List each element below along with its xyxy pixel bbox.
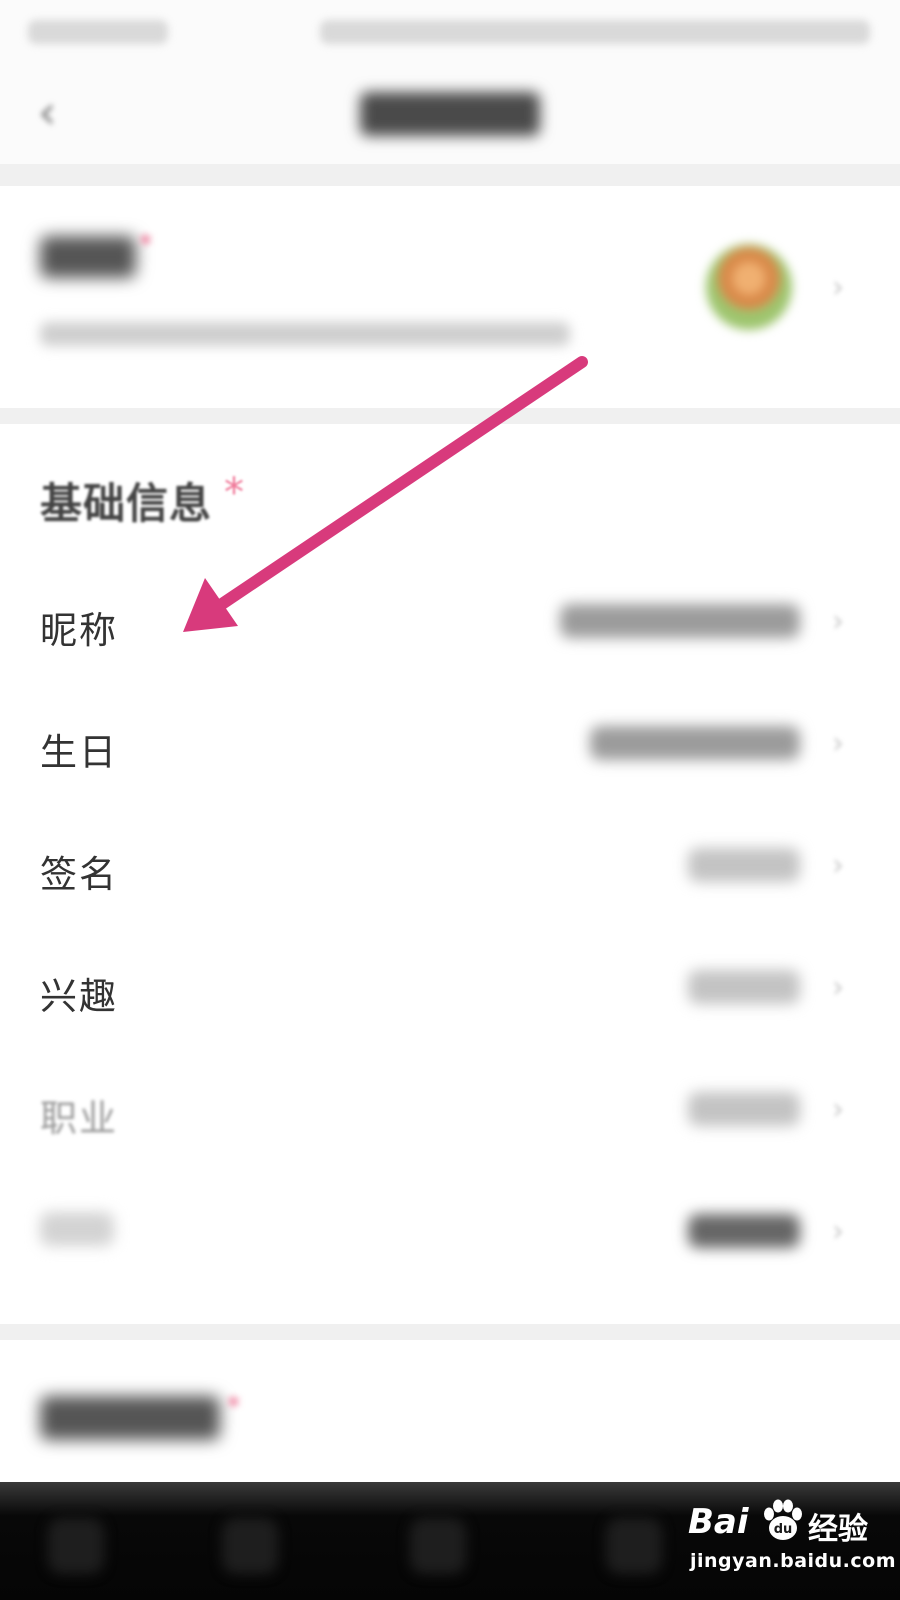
nickname-value [560, 604, 800, 638]
birthday-label: 生日 [40, 731, 118, 774]
required-mark: * [138, 228, 153, 263]
occupation-row[interactable]: 职业 › [0, 1048, 900, 1170]
signature-row[interactable]: 签名 › [0, 804, 900, 926]
carrier-text [28, 20, 168, 44]
divider [0, 408, 900, 424]
divider [0, 164, 900, 186]
nickname-row[interactable]: 昵称 › [0, 560, 900, 682]
nav-back-icon[interactable] [48, 1518, 104, 1574]
chevron-right-icon: › [832, 848, 844, 883]
interests-label: 兴趣 [40, 975, 118, 1018]
occupation-label: 职业 [40, 1097, 118, 1140]
avatar-section-description [40, 322, 570, 346]
signature-label: 签名 [40, 853, 118, 896]
chevron-left-icon: ‹ [38, 85, 57, 139]
section-title: 基础信息 [40, 479, 213, 528]
nav-menu-icon[interactable] [606, 1518, 662, 1574]
region-value [688, 1214, 800, 1248]
region-label [40, 1212, 114, 1246]
chevron-right-icon: › [832, 726, 844, 761]
occupation-value [688, 1092, 800, 1126]
svg-text:du: du [774, 1522, 793, 1537]
page-title [360, 92, 540, 136]
paw-logo-icon: du [764, 1499, 802, 1540]
status-icons [320, 20, 870, 44]
signature-value [688, 848, 800, 882]
watermark-suffix: 经验 [808, 1512, 868, 1547]
nav-recents-icon[interactable] [410, 1518, 466, 1574]
watermark-url: jingyan.baidu.com [690, 1550, 896, 1572]
photo-section-title [40, 1396, 220, 1440]
avatar-section-title [40, 236, 136, 278]
required-mark: * [226, 1390, 241, 1425]
interests-value [688, 970, 800, 1004]
birthday-value [590, 726, 800, 760]
chevron-right-icon: › [832, 970, 844, 1005]
divider [0, 1324, 900, 1340]
chevron-right-icon: › [832, 1214, 844, 1249]
interests-row[interactable]: 兴趣 › [0, 926, 900, 1048]
photo-section[interactable]: * [0, 1340, 900, 1480]
birthday-row[interactable]: 生日 › [0, 682, 900, 804]
back-button[interactable]: ‹ [38, 89, 74, 138]
avatar[interactable] [706, 244, 792, 330]
nickname-label: 昵称 [40, 609, 118, 652]
chevron-right-icon: › [832, 1092, 844, 1127]
chevron-right-icon: › [832, 270, 844, 305]
baidu-jingyan-watermark: Bai du 经验 jingyan.baidu.com [688, 1499, 896, 1590]
required-mark: * [224, 470, 244, 516]
status-bar [0, 0, 900, 64]
chevron-right-icon: › [832, 604, 844, 639]
watermark-brand: Bai [688, 1502, 749, 1542]
top-nav-bar: ‹ [0, 64, 900, 164]
avatar-section[interactable]: * › [0, 186, 900, 408]
region-row[interactable]: › [0, 1170, 900, 1292]
nav-home-icon[interactable] [222, 1518, 278, 1574]
